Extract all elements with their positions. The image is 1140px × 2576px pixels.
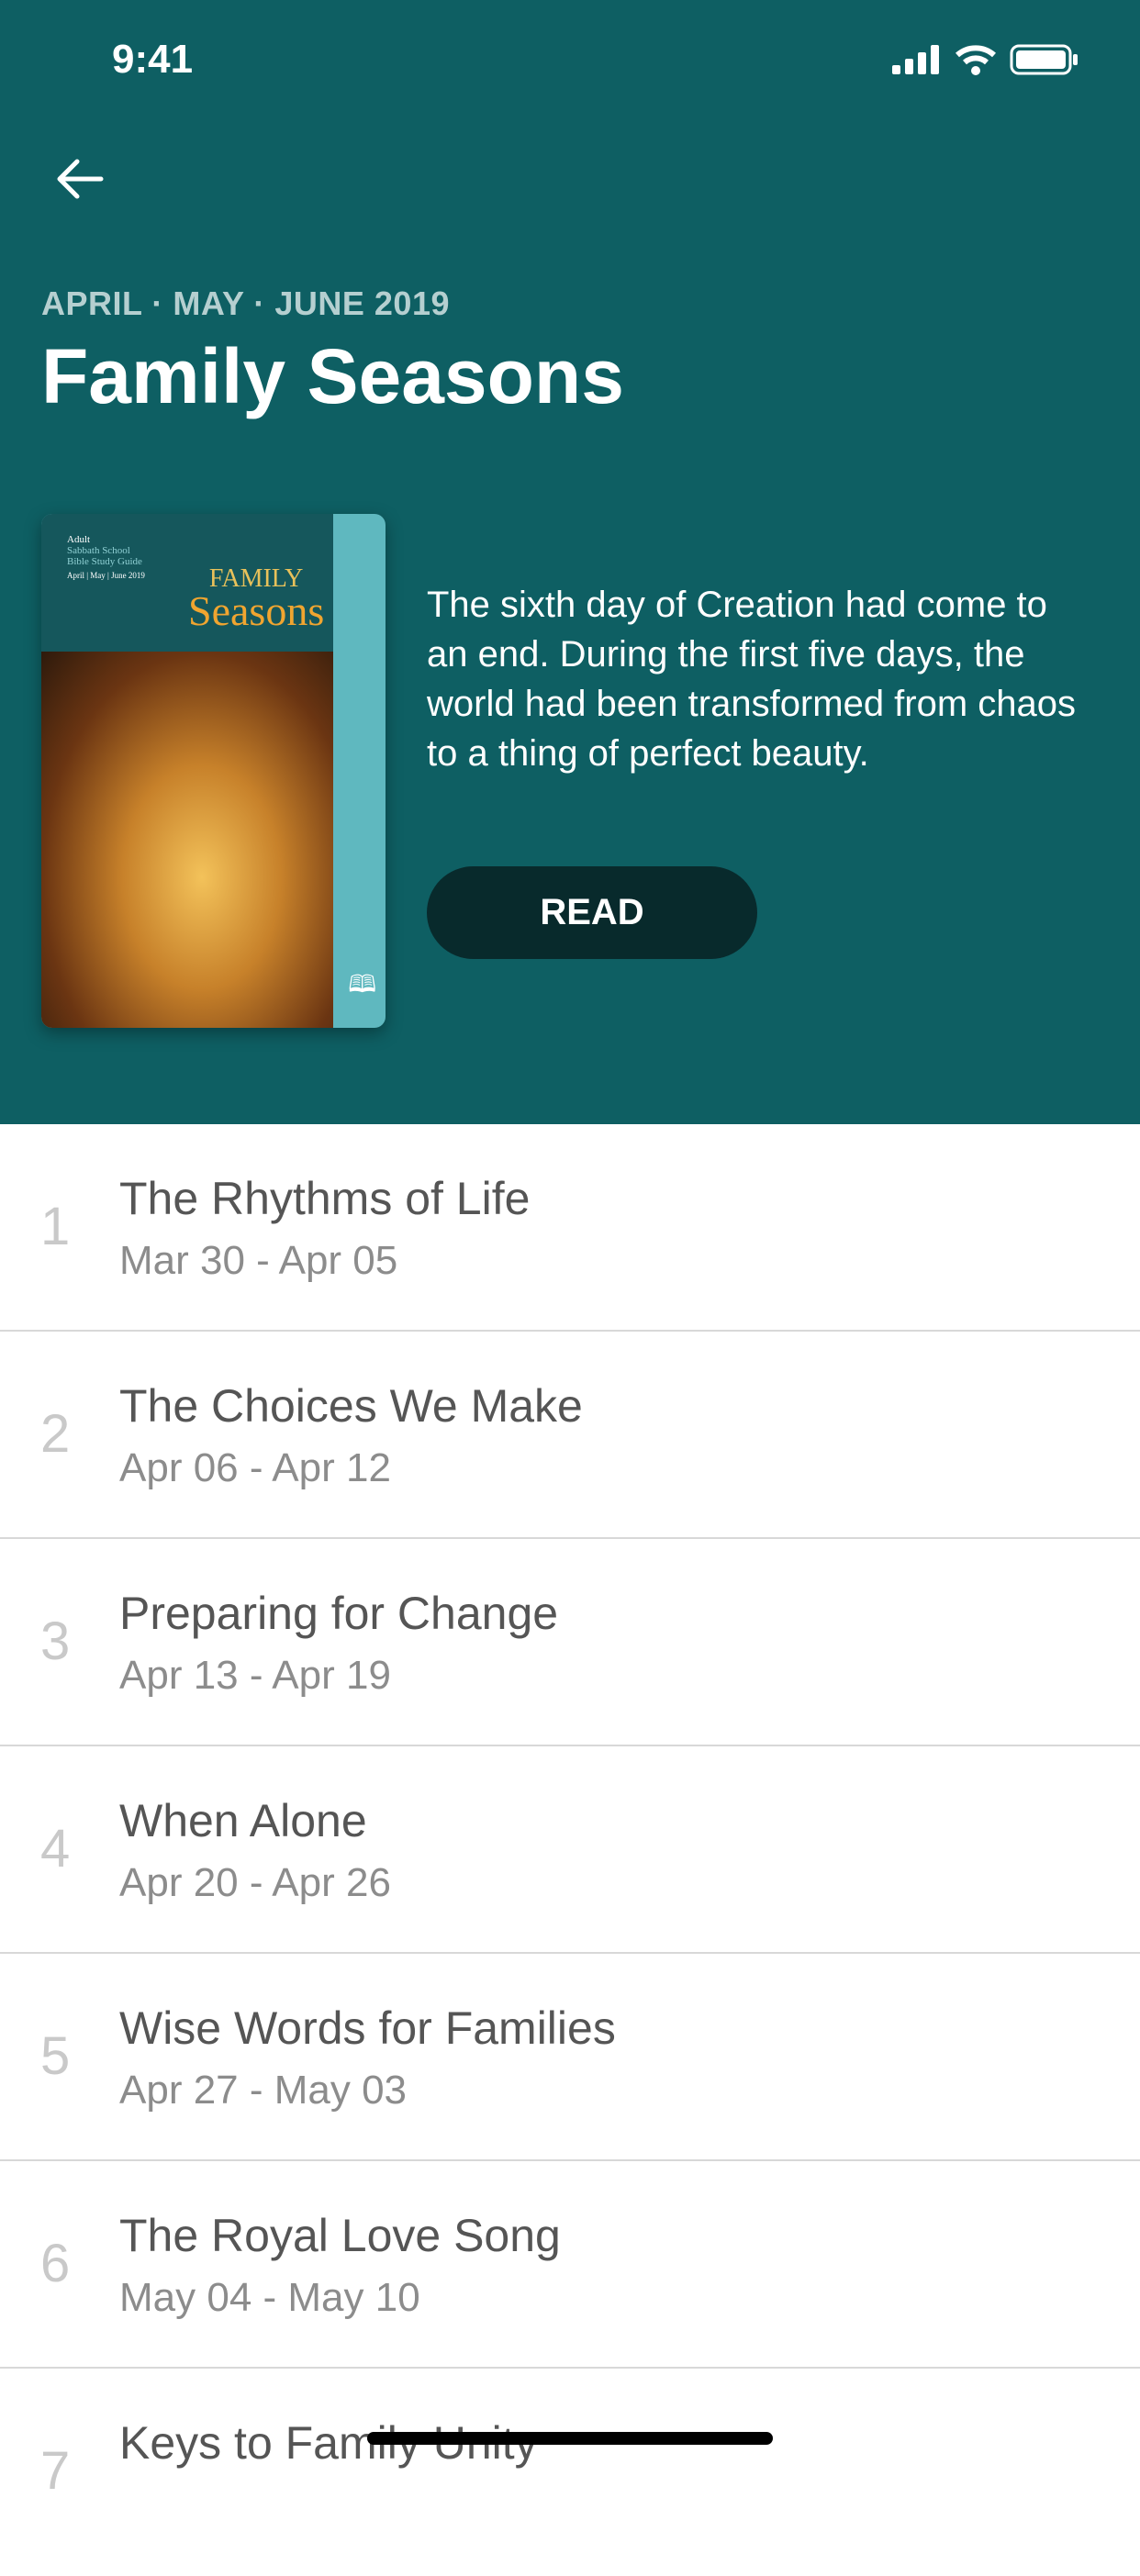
lesson-number: 3 (40, 1611, 71, 1671)
lesson-dates: May 04 - May 10 (119, 2275, 420, 2320)
lesson-title: The Choices We Make (119, 1380, 583, 1432)
lesson-title: The Rhythms of Life (119, 1173, 531, 1224)
cover-line: Sabbath School (67, 545, 130, 556)
lesson-title: The Royal Love Song (119, 2210, 561, 2261)
lesson-dates: Apr 06 - Apr 12 (119, 1445, 391, 1490)
lesson-list: 1 The Rhythms of Life Mar 30 - Apr 05 2 The… (0, 1124, 1140, 2576)
lesson-number: 7 (40, 2441, 71, 2501)
lesson-number: 2 (40, 1404, 71, 1464)
lesson-title: When Alone (119, 1795, 367, 1846)
lesson-row[interactable]: 6 The Royal Love Song May 04 - May 10 (0, 2161, 1140, 2369)
lesson-dates: Apr 27 - May 03 (119, 2068, 408, 2113)
lesson-row[interactable]: 2 The Choices We Make Apr 06 - Apr 12 (0, 1332, 1140, 1539)
wifi-icon (956, 45, 996, 75)
cover-title-2: Seasons (188, 587, 325, 634)
lesson-dates: Mar 30 - Apr 05 (119, 1238, 398, 1283)
status-time: 9:41 (112, 37, 194, 82)
cover-line: Bible Study Guide (67, 556, 142, 567)
quarterly-cover-image[interactable]: Adult Sabbath School Bible Study Guide A… (41, 514, 386, 1028)
lesson-number: 5 (40, 2026, 71, 2086)
read-button[interactable]: READ (427, 866, 757, 959)
lesson-number: 6 (40, 2234, 71, 2293)
cover-title: FAMILY Seasons (188, 566, 325, 634)
lesson-row[interactable]: 7 Keys to Family Unity (0, 2369, 1140, 2576)
lesson-title: Wise Words for Families (119, 2002, 616, 2054)
quarterly-header: 9:41 APRIL · MAY · JUNE 2019 Family Seas… (0, 0, 1140, 1124)
quarter-dates: APRIL · MAY · JUNE 2019 (41, 284, 450, 322)
lesson-dates: Apr 13 - Apr 19 (119, 1653, 391, 1698)
cover-line: April | May | June 2019 (67, 571, 145, 580)
home-indicator[interactable] (367, 2432, 773, 2445)
back-arrow-icon[interactable] (48, 147, 112, 211)
quarterly-description: The sixth day of Creation had come to an… (427, 585, 1077, 774)
signal-icon (892, 45, 939, 74)
cover-subtitle: Adult Sabbath School Bible Study Guide A… (67, 534, 145, 581)
cover-illustration (41, 652, 333, 1028)
page-title: Family Seasons (41, 333, 624, 419)
lesson-row[interactable]: 3 Preparing for Change Apr 13 - Apr 19 (0, 1539, 1140, 1746)
lesson-row[interactable]: 4 When Alone Apr 20 - Apr 26 (0, 1746, 1140, 1954)
lesson-number: 1 (40, 1197, 71, 1256)
cover-line: Adult (67, 534, 91, 545)
lesson-number: 4 (40, 1819, 71, 1879)
lesson-row[interactable]: 5 Wise Words for Families Apr 27 - May 03 (0, 1954, 1140, 2161)
lesson-title: Preparing for Change (119, 1588, 559, 1639)
church-logo-icon: 🕮 (348, 970, 376, 998)
cover-banner: Adult Sabbath School Bible Study Guide A… (41, 514, 333, 652)
status-icons (892, 44, 1079, 75)
battery-icon (1010, 44, 1078, 75)
lesson-dates: Apr 20 - Apr 26 (119, 1860, 391, 1905)
lesson-row[interactable]: 1 The Rhythms of Life Mar 30 - Apr 05 (0, 1124, 1140, 1332)
